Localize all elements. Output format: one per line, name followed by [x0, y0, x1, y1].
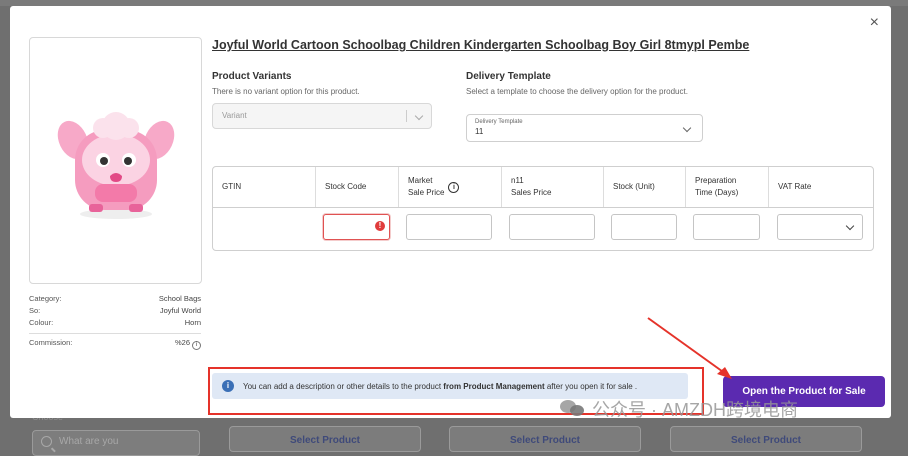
variant-select[interactable]: Variant [212, 103, 432, 129]
commission-label: Commission: [29, 338, 73, 347]
background-search-placeholder: What are you [59, 436, 119, 447]
header-preparation-time: Preparation Time (Days) [685, 167, 768, 207]
variants-heading: Product Variants [212, 71, 292, 82]
header-n11-line2: Sales Price [511, 188, 552, 197]
annotation-arrow [647, 317, 732, 379]
watermark-text: 公众号 · AMZDH跨境电商 [592, 400, 798, 420]
pink-backpack-image [57, 111, 174, 219]
product-image [29, 37, 202, 284]
background-search-input: What are you [32, 430, 200, 456]
header-market-line1: Market [408, 176, 433, 185]
chevron-down-icon [845, 221, 855, 231]
delivery-heading: Delivery Template [466, 71, 551, 82]
background-select-product-button-1: Select Product [229, 426, 421, 452]
header-n11-sales-price: n11 Sales Price [501, 167, 603, 207]
search-icon [41, 436, 52, 447]
header-vat-rate: VAT Rate [768, 167, 873, 207]
header-stock-unit: Stock (Unit) [603, 167, 685, 207]
product-meta: Category: School Bags So: Joyful World C… [29, 293, 201, 350]
meta-row-category: Category: School Bags [29, 293, 201, 305]
info-icon[interactable]: i [448, 181, 460, 193]
meta-value: Joyful World [159, 306, 201, 315]
variant-placeholder: Variant [222, 111, 247, 120]
product-title[interactable]: Joyful World Cartoon Schoolbag Children … [212, 38, 749, 52]
meta-row-colour: Colour: Horn [29, 317, 201, 329]
preparation-time-input[interactable] [693, 214, 760, 240]
stock-code-input[interactable]: ! [323, 214, 390, 240]
product-sale-modal: × Category: School Bags So: Joyful World… [10, 6, 891, 418]
header-market-line2: Sale Price [408, 188, 445, 197]
market-sale-price-input[interactable] [406, 214, 492, 240]
meta-row-commission: Commission: %26 i [29, 337, 201, 350]
meta-label: Colour: [29, 318, 54, 327]
stock-unit-input[interactable] [611, 214, 677, 240]
wechat-icon [560, 400, 586, 418]
header-n11-line1: n11 [511, 176, 524, 185]
header-prep-line1: Preparation [695, 176, 737, 185]
n11-sales-price-input[interactable] [509, 214, 595, 240]
variants-subtext: There is no variant option for this prod… [212, 87, 360, 96]
stock-price-table: GTIN Stock Code Market Sale Price i n11 Sa… [212, 166, 874, 251]
header-prep-line2: Time (Days) [695, 188, 739, 197]
background-select-product-button-2: Select Product [449, 426, 641, 452]
info-icon[interactable]: i [192, 341, 201, 350]
background-select-product-button-3: Select Product [670, 426, 862, 452]
meta-value: School Bags [158, 294, 201, 303]
select-divider [406, 110, 407, 122]
meta-label: So: [29, 306, 41, 315]
delivery-field-label: Delivery Template [475, 119, 523, 125]
delivery-subtext: Select a template to choose the delivery… [466, 87, 688, 96]
delivery-field-value: 11 [475, 127, 484, 136]
table-header-divider [213, 207, 873, 208]
header-gtin: GTIN [222, 182, 242, 191]
watermark: 公众号 · AMZDH跨境电商 [560, 396, 798, 422]
delivery-template-select[interactable]: Delivery Template 11 [466, 114, 703, 142]
header-stock-code: Stock Code [315, 167, 398, 207]
close-icon[interactable]: × [870, 14, 879, 32]
error-icon: ! [375, 221, 385, 231]
commission-value: %26 [174, 338, 190, 347]
header-market-sale-price: Market Sale Price i [398, 167, 501, 207]
meta-row-so: So: Joyful World [29, 305, 201, 317]
meta-label: Category: [29, 294, 62, 303]
vat-rate-select[interactable] [777, 214, 863, 240]
meta-value: Horn [184, 318, 201, 327]
chevron-down-icon [414, 111, 424, 121]
meta-divider [29, 333, 201, 334]
